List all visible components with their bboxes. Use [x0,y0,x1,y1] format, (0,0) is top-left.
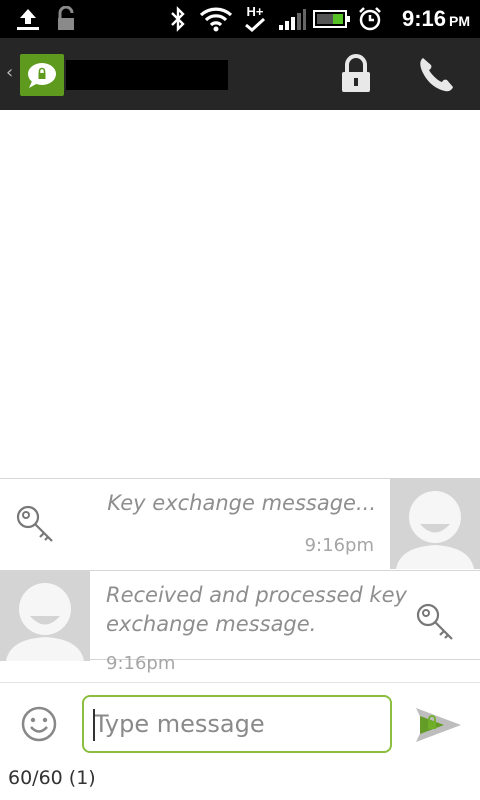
alarm-icon [356,5,384,33]
call-button[interactable] [414,52,460,96]
message-text: Received and processed key exchange mess… [106,583,407,636]
default-avatar-icon [390,479,480,569]
status-time-ampm: PM [449,13,470,29]
action-bar: ‹ [0,38,480,110]
key-icon [414,601,458,645]
status-time: 9:16 PM [402,6,470,32]
text-cursor [93,709,95,741]
upload-icon [14,5,42,33]
smiley-icon [21,706,57,742]
back-chevron-icon[interactable]: ‹ [6,62,13,83]
bluetooth-icon [166,5,190,33]
secure-sms-icon[interactable] [20,54,64,96]
avatar[interactable] [0,571,90,661]
data-activity-icon [245,18,266,32]
message-text: Key exchange message... [107,491,376,515]
message-timestamp: 9:16pm [304,535,374,556]
message-outgoing[interactable]: Key exchange message... 9:16pm [0,478,480,569]
network-type-label: H+ [246,4,264,19]
message-incoming[interactable]: Received and processed key exchange mess… [0,570,480,674]
lock-icon [342,54,370,92]
network-type: H+ [240,5,270,33]
default-avatar-icon [0,571,90,661]
contact-name [66,60,228,90]
phone-icon [420,58,453,92]
wifi-icon [198,5,234,33]
secure-send-icon [416,708,461,742]
character-counter: 60/60 (1) [8,767,96,789]
conversation-list[interactable]: Key exchange message... 9:16pm Received … [0,110,480,682]
status-bar: H+ 9:16 PM [0,0,480,38]
avatar[interactable] [390,479,480,569]
status-time-value: 9:16 [401,6,446,31]
compose-bar: 60/60 (1) [0,682,480,800]
send-button[interactable] [414,705,464,745]
key-icon [14,503,58,547]
battery-icon [312,5,352,33]
signal-icon [276,5,308,33]
message-input[interactable] [82,695,392,753]
lock-button[interactable] [336,52,376,96]
message-timestamp: 9:16pm [106,653,176,674]
emoji-button[interactable] [20,705,58,743]
unlock-icon [54,5,78,33]
